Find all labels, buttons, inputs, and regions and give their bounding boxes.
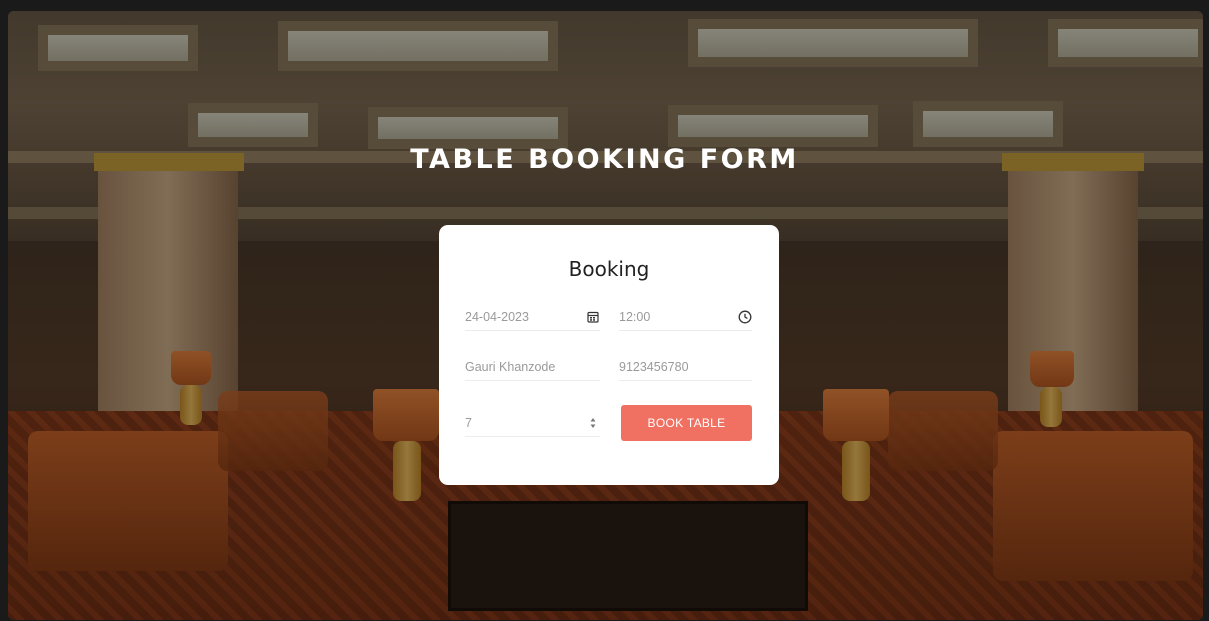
name-value: Gauri Khanzode (465, 359, 556, 374)
phone-value: 9123456780 (619, 359, 689, 374)
booking-card: Booking 24-04-2023 12:00 Gauri Khanzode … (439, 225, 779, 485)
spinner-arrows-icon[interactable] (586, 416, 600, 430)
book-table-button[interactable]: BOOK TABLE (621, 405, 752, 441)
date-value: 24-04-2023 (465, 309, 529, 324)
calendar-icon[interactable] (586, 310, 600, 324)
time-field[interactable]: 12:00 (619, 303, 752, 331)
time-value: 12:00 (619, 309, 651, 324)
name-field[interactable]: Gauri Khanzode (465, 353, 600, 381)
page-title: TABLE BOOKING FORM (410, 144, 799, 175)
card-heading: Booking (568, 257, 650, 281)
guests-stepper[interactable]: 7 (465, 409, 600, 437)
phone-field[interactable]: 9123456780 (619, 353, 752, 381)
guests-value: 7 (465, 415, 472, 430)
clock-icon[interactable] (738, 310, 752, 324)
date-field[interactable]: 24-04-2023 (465, 303, 600, 331)
